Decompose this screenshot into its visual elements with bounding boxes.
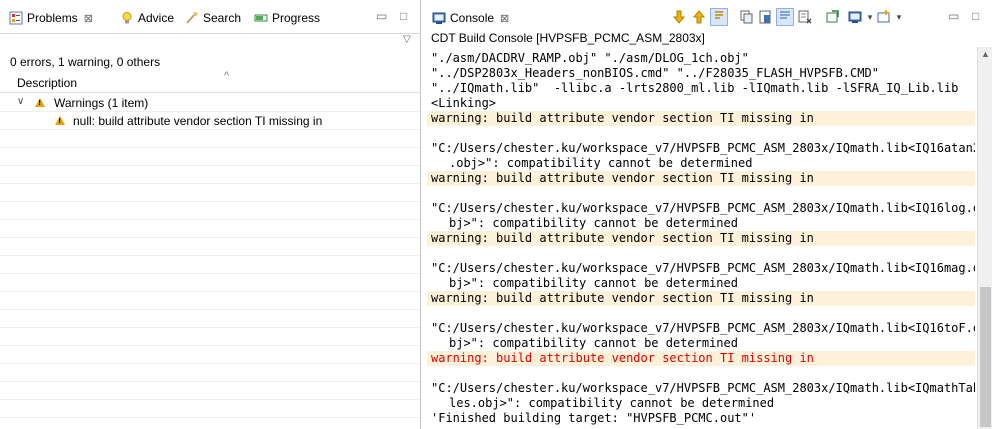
tree-item-warning[interactable]: null: build attribute vendor section TI … — [0, 112, 420, 130]
column-header-description[interactable]: Description ^ — [0, 70, 420, 93]
table-row — [0, 130, 420, 148]
tab-console-label: Console — [450, 11, 495, 25]
tab-progress-label: Progress — [272, 11, 321, 25]
table-row — [0, 400, 420, 418]
console-output[interactable]: "./asm/DACDRV_RAMP.obj" "./asm/DLOG_1ch.… — [425, 47, 975, 429]
console-line: "C:/Users/chester.ku/workspace_v7/HVPSFB… — [431, 141, 975, 155]
view-menu-icon[interactable]: ▽ — [403, 34, 411, 45]
console-line: "C:/Users/chester.ku/workspace_v7/HVPSFB… — [431, 381, 975, 395]
console-line: les.obj>": compatibility cannot be deter… — [449, 396, 775, 410]
console-icon — [432, 11, 446, 25]
problems-icon — [9, 11, 23, 25]
table-row — [0, 292, 420, 310]
close-icon[interactable]: ⊠ — [84, 12, 93, 25]
tab-advice-label: Advice — [138, 11, 175, 25]
open-console-icon[interactable] — [877, 10, 891, 24]
clear-icon[interactable] — [758, 10, 772, 24]
console-line: "../DSP2803x_Headers_nonBIOS.cmd" "../F2… — [431, 66, 879, 80]
table-row — [0, 328, 420, 346]
console-line: <Linking> — [431, 96, 497, 110]
column-header-label: Description — [17, 76, 78, 90]
tab-search[interactable]: Search — [185, 8, 241, 28]
tab-search-label: Search — [203, 11, 242, 25]
console-warning-line: warning: build attribute vendor section … — [427, 171, 975, 186]
arrow-up-icon[interactable] — [692, 10, 706, 24]
table-row — [0, 346, 420, 364]
scrollbar-thumb[interactable] — [980, 287, 991, 427]
problems-tabbar: Problems ⊠ Advice Search Progress ▭ □ — [0, 0, 420, 34]
table-row — [0, 184, 420, 202]
maximize-icon[interactable]: □ — [400, 9, 407, 23]
chevron-down-icon[interactable]: ▾ — [863, 10, 877, 24]
console-line: bj>": compatibility cannot be determined — [449, 336, 738, 350]
tab-console[interactable]: Console ⊠ — [432, 8, 509, 28]
tab-advice[interactable]: Advice — [120, 8, 174, 28]
table-row — [0, 256, 420, 274]
tree-item-label: null: build attribute vendor section TI … — [73, 114, 323, 128]
console-warning-line-highlighted: warning: build attribute vendor section … — [427, 351, 975, 366]
scroll-up-icon[interactable]: ▲ — [981, 49, 990, 59]
problems-pane: Problems ⊠ Advice Search Progress ▭ □ ▽ … — [0, 0, 421, 429]
table-row — [0, 148, 420, 166]
table-row — [0, 220, 420, 238]
console-warning-line: warning: build attribute vendor section … — [427, 231, 975, 246]
progress-icon — [254, 11, 268, 25]
console-warning-line: warning: build attribute vendor section … — [427, 111, 975, 126]
warning-icon — [35, 98, 45, 107]
console-pane: Console ⊠ ▾ ▾ ▭ □ CDT Build Console [HVP… — [425, 0, 993, 429]
word-wrap-icon[interactable] — [776, 8, 794, 26]
scroll-lock-icon[interactable] — [710, 8, 728, 26]
pin-icon[interactable] — [826, 10, 840, 24]
chevron-down-icon[interactable]: ▾ — [892, 10, 906, 24]
table-row — [0, 310, 420, 328]
remove-icon[interactable] — [798, 10, 812, 24]
console-line: "C:/Users/chester.ku/workspace_v7/HVPSFB… — [431, 321, 975, 335]
close-icon[interactable]: ⊠ — [500, 12, 509, 25]
tree-group-warnings[interactable]: ∨ Warnings (1 item) — [0, 94, 420, 112]
table-row — [0, 202, 420, 220]
console-line: "./asm/DACDRV_RAMP.obj" "./asm/DLOG_1ch.… — [431, 51, 749, 65]
table-row — [0, 238, 420, 256]
console-warning-line: warning: build attribute vendor section … — [427, 291, 975, 306]
console-line: 'Finished building target: "HVPSFB_PCMC.… — [431, 411, 757, 425]
table-row — [0, 382, 420, 400]
minimize-icon[interactable]: ▭ — [948, 9, 959, 23]
console-line: .obj>": compatibility cannot be determin… — [449, 156, 753, 170]
tab-progress[interactable]: Progress — [254, 8, 320, 28]
console-line: "C:/Users/chester.ku/workspace_v7/HVPSFB… — [431, 261, 975, 275]
console-line: bj>": compatibility cannot be determined — [449, 276, 738, 290]
tree-group-label: Warnings (1 item) — [54, 96, 149, 110]
maximize-icon[interactable]: □ — [972, 9, 979, 23]
copy-icon[interactable] — [740, 10, 754, 24]
console-line: bj>": compatibility cannot be determined — [449, 216, 738, 230]
lightbulb-icon — [120, 11, 134, 25]
minimize-icon[interactable]: ▭ — [376, 9, 387, 23]
display-console-icon[interactable] — [848, 10, 862, 24]
tab-problems[interactable]: Problems ⊠ — [9, 8, 93, 28]
sort-ascending-icon: ^ — [224, 70, 230, 82]
search-icon — [185, 11, 199, 25]
arrow-down-icon[interactable] — [672, 10, 686, 24]
tab-problems-label: Problems — [27, 11, 78, 25]
problems-summary: 0 errors, 1 warning, 0 others — [10, 55, 161, 69]
console-scrollbar[interactable]: ▲ — [977, 47, 992, 429]
table-row — [0, 274, 420, 292]
console-line: "C:/Users/chester.ku/workspace_v7/HVPSFB… — [431, 201, 975, 215]
console-title: CDT Build Console [HVPSFB_PCMC_ASM_2803x… — [431, 31, 705, 45]
warning-icon — [55, 116, 65, 125]
table-row — [0, 166, 420, 184]
console-tabbar: Console ⊠ ▾ ▾ ▭ □ — [425, 0, 993, 30]
table-row — [0, 364, 420, 382]
chevron-down-icon[interactable]: ∨ — [17, 96, 24, 107]
console-line: "../IQmath.lib" -llibc.a -lrts2800_ml.li… — [431, 81, 959, 95]
